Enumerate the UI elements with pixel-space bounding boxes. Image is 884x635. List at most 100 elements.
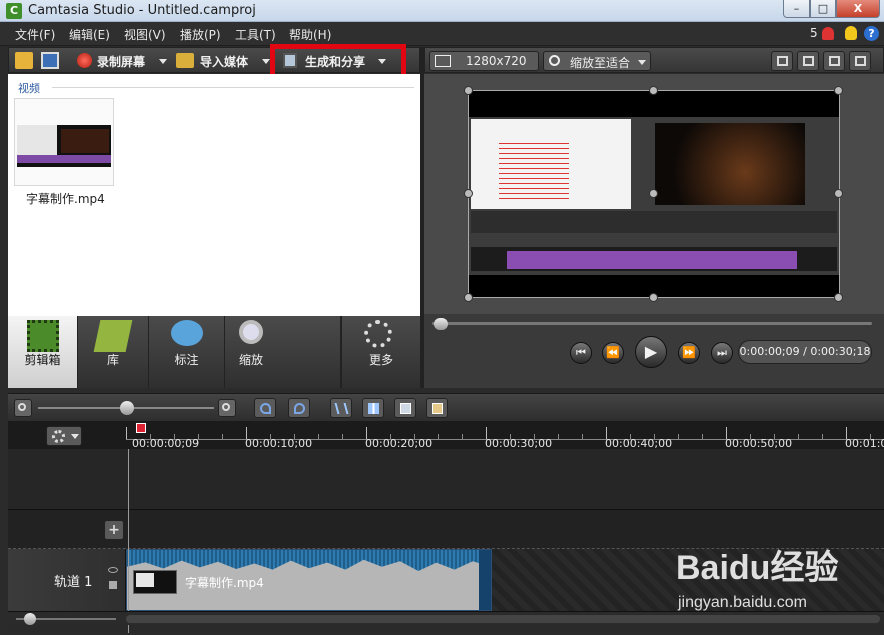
skip-end-button[interactable]: ⏭ <box>711 342 733 364</box>
resize-handle[interactable] <box>649 293 658 302</box>
time-ruler[interactable]: 00:00:00;09 00:00:10;00 00:00:20;00 00:0… <box>8 421 884 450</box>
timeline-zoom-knob[interactable] <box>120 401 134 415</box>
resize-handle[interactable] <box>834 86 843 95</box>
save-disk-icon[interactable] <box>41 52 59 69</box>
eye-icon[interactable] <box>108 567 118 573</box>
redo-button[interactable] <box>288 398 310 418</box>
help-icon[interactable]: ? <box>864 26 879 41</box>
menu-tools[interactable]: 工具(T) <box>235 26 276 43</box>
preview-canvas[interactable] <box>424 74 884 314</box>
minimize-button[interactable]: – <box>783 0 810 18</box>
menu-help[interactable]: 帮助(H) <box>289 26 331 43</box>
clip-end-handle[interactable] <box>479 550 491 610</box>
resize-handle[interactable] <box>464 189 473 198</box>
timeline-toolbar <box>8 393 884 421</box>
lock-icon[interactable] <box>109 581 117 589</box>
video-toolbar-area <box>471 211 837 233</box>
menu-edit[interactable]: 编辑(E) <box>69 26 110 43</box>
chevron-down-icon[interactable] <box>262 59 270 64</box>
undo-button[interactable] <box>254 398 276 418</box>
playback-controls: ⏮ ⏪ ▶ ⏩ ⏭ 0:00:00;09 / 0:00:30;18 <box>424 314 884 388</box>
resize-handle[interactable] <box>464 293 473 302</box>
rewind-button[interactable]: ⏪ <box>602 342 624 364</box>
title-bar: C Camtasia Studio - Untitled.camproj – □… <box>0 0 884 22</box>
zoom-out-button[interactable] <box>14 399 32 417</box>
fullscreen-button[interactable] <box>823 51 845 71</box>
menu-play[interactable]: 播放(P) <box>180 26 221 43</box>
track-height-knob[interactable] <box>24 613 36 625</box>
record-screen-button[interactable]: 录制屏幕 <box>97 53 145 70</box>
track-header[interactable]: 轨道 1 <box>8 549 126 611</box>
ruler-major-tick <box>126 427 127 439</box>
record-icon[interactable] <box>77 53 92 68</box>
audio-waveform <box>127 550 491 571</box>
center-handle[interactable] <box>649 189 658 198</box>
cut-button[interactable] <box>330 398 352 418</box>
dimensions-value: 1280x720 <box>466 54 527 68</box>
timeline-clip[interactable]: 字幕制作.mp4 <box>126 549 492 611</box>
ruler-minor-tick <box>318 434 319 439</box>
tab-label: 库 <box>106 353 119 367</box>
menu-bar: 文件(F) 编辑(E) 视图(V) 播放(P) 工具(T) 帮助(H) 5 ? <box>0 22 884 46</box>
horizontal-scrollbar[interactable] <box>126 615 880 623</box>
skip-start-button[interactable]: ⏮ <box>570 342 592 364</box>
split-button[interactable] <box>362 398 384 418</box>
tab-label: 缩放 <box>239 353 264 367</box>
track-settings-button[interactable] <box>46 426 82 446</box>
search-icon <box>549 55 560 66</box>
open-folder-icon[interactable] <box>15 52 33 69</box>
add-track-button[interactable]: + <box>104 520 124 540</box>
resize-handle[interactable] <box>464 86 473 95</box>
resize-handle[interactable] <box>834 293 843 302</box>
ruler-minor-tick <box>798 434 799 439</box>
import-media-button[interactable]: 导入媒体 <box>200 53 248 70</box>
zoom-in-button[interactable] <box>218 399 236 417</box>
timeline-empty-area[interactable] <box>8 449 884 509</box>
dimensions-dropdown[interactable]: 1280x720 <box>429 51 539 71</box>
notification-count: 5 <box>810 26 818 40</box>
tab-more[interactable]: 更多 <box>341 316 420 388</box>
ruler-minor-tick <box>702 434 703 439</box>
paste-button[interactable] <box>426 398 448 418</box>
timeline-scroll-area <box>8 611 884 625</box>
import-media-icon[interactable] <box>176 53 194 68</box>
crop-button[interactable] <box>771 51 793 71</box>
ruler-minor-tick <box>678 434 679 439</box>
tab-clip-bin[interactable]: 剪辑箱 <box>8 316 78 388</box>
window-title: Camtasia Studio - Untitled.camproj <box>28 3 256 18</box>
preview-toolbar: 1280x720 缩放至适合 <box>424 47 884 73</box>
resize-handle[interactable] <box>649 86 658 95</box>
split-icon <box>368 403 379 414</box>
resize-handle[interactable] <box>834 189 843 198</box>
track-label: 轨道 1 <box>54 575 93 590</box>
seek-bar[interactable] <box>432 322 872 325</box>
playhead-line[interactable] <box>128 449 129 633</box>
maximize-button[interactable]: □ <box>810 0 836 18</box>
chevron-down-icon <box>638 60 646 65</box>
ruler-minor-tick <box>342 434 343 439</box>
tab-callouts[interactable]: 标注 <box>149 316 225 388</box>
clip-name[interactable]: 字幕制作.mp4 <box>26 190 105 207</box>
clip-thumbnail[interactable] <box>14 98 114 186</box>
play-button[interactable]: ▶ <box>635 336 667 368</box>
menu-file[interactable]: 文件(F) <box>15 26 55 43</box>
tab-library[interactable]: 库 <box>78 316 149 388</box>
copy-button[interactable] <box>394 398 416 418</box>
notification-bell-icon[interactable] <box>822 27 834 40</box>
clip-thumbnail-small <box>133 570 177 594</box>
clip-bin-section-label: 视频 <box>18 82 40 95</box>
detach-button[interactable] <box>849 51 871 71</box>
chevron-down-icon[interactable] <box>159 59 167 64</box>
pan-button[interactable] <box>797 51 819 71</box>
library-icon <box>93 320 133 352</box>
close-button[interactable]: X <box>836 0 880 18</box>
crop-icon <box>777 56 788 66</box>
menu-view[interactable]: 视图(V) <box>124 26 166 43</box>
fast-forward-button[interactable]: ⏩ <box>678 342 700 364</box>
playhead-marker[interactable] <box>136 423 146 433</box>
tab-zoom[interactable]: 缩放 <box>225 316 341 388</box>
divider <box>52 87 414 88</box>
tips-bulb-icon[interactable] <box>845 26 857 40</box>
seek-knob[interactable] <box>434 318 448 330</box>
zoom-fit-dropdown[interactable]: 缩放至适合 <box>543 51 651 71</box>
